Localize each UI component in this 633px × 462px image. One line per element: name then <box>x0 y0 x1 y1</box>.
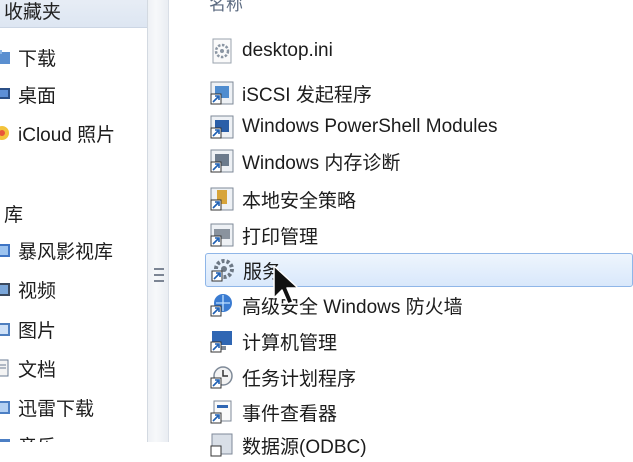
nav-item-pictures[interactable]: 图片 <box>0 312 56 346</box>
video-library-icon <box>0 283 10 296</box>
list-item[interactable]: 高级安全 Windows 防火墙 <box>205 288 633 322</box>
library-icon <box>0 244 10 257</box>
list-item[interactable]: 本地安全策略 <box>205 182 633 216</box>
list-item-label: desktop.ini <box>242 40 333 61</box>
nav-item-documents[interactable]: 文档 <box>0 351 56 385</box>
services-shortcut-icon <box>211 259 234 282</box>
nav-item-icloud-photos[interactable]: iCloud 照片 <box>0 116 115 150</box>
list-item-label: 事件查看器 <box>242 403 338 425</box>
list-item[interactable]: Windows 内存诊断 <box>205 144 633 178</box>
list-item-label: Windows 内存诊断 <box>242 152 401 174</box>
list-item-label: 本地安全策略 <box>242 190 357 212</box>
list-item[interactable]: 数据源(ODBC) <box>205 428 633 462</box>
nav-item-storm-library[interactable]: 暴风影视库 <box>0 233 113 267</box>
list-item-label: 计算机管理 <box>242 332 338 354</box>
shortcut-icon <box>210 400 232 424</box>
navigation-pane: 收藏夹 下载 桌面 iCloud 照片 库 暴风影视库 视频 图片 文档 迅雷下… <box>0 0 147 442</box>
shortcut-icon <box>210 223 234 247</box>
nav-item-label: 桌面 <box>18 85 57 107</box>
list-item[interactable]: Windows PowerShell Modules <box>205 110 633 144</box>
pictures-library-icon <box>0 323 10 336</box>
list-item-label: Windows PowerShell Modules <box>242 116 498 137</box>
list-item-label: iSCSI 发起程序 <box>242 84 372 106</box>
list-item[interactable]: iSCSI 发起程序 <box>205 76 633 110</box>
nav-item-label: 暴风影视库 <box>18 241 114 263</box>
list-item-label: 任务计划程序 <box>242 368 357 390</box>
nav-item-music[interactable]: 音乐 <box>0 428 56 442</box>
list-item[interactable]: 任务计划程序 <box>205 360 633 394</box>
documents-library-icon <box>0 359 9 377</box>
download-library-icon <box>0 401 10 414</box>
nav-item-desktop[interactable]: 桌面 <box>0 77 56 111</box>
nav-item-label: 图片 <box>18 320 57 342</box>
splitter-grip-icon[interactable] <box>154 268 164 282</box>
file-list: 名称 desktop.ini iSCSI 发起程序 Windows PowerS… <box>169 0 633 458</box>
shortcut-icon <box>210 149 234 173</box>
list-item-label: 数据源(ODBC) <box>242 436 367 458</box>
shortcut-icon <box>210 115 234 139</box>
nav-item-label: 视频 <box>18 280 57 302</box>
list-item[interactable]: desktop.ini <box>205 34 633 68</box>
pane-splitter[interactable] <box>147 0 169 442</box>
favorites-header[interactable]: 收藏夹 <box>0 0 147 28</box>
mouse-cursor-icon <box>273 265 299 305</box>
list-item[interactable]: 打印管理 <box>205 218 633 252</box>
nav-item-videos[interactable]: 视频 <box>0 272 56 306</box>
desktop-icon <box>0 88 10 99</box>
nav-item-label: 文档 <box>18 359 57 381</box>
list-item[interactable]: 计算机管理 <box>205 324 633 358</box>
settings-file-icon <box>212 38 232 64</box>
nav-item-downloads[interactable]: 下载 <box>0 40 56 74</box>
nav-item-xunlei-download[interactable]: 迅雷下载 <box>0 390 94 424</box>
favorites-header-label: 收藏夹 <box>4 2 62 23</box>
list-item-selected[interactable]: 服务 <box>205 253 633 287</box>
downloads-folder-icon <box>0 50 10 64</box>
shortcut-icon <box>210 366 233 389</box>
nav-item-label: 迅雷下载 <box>18 398 95 420</box>
list-item[interactable]: 事件查看器 <box>205 395 633 429</box>
libraries-header-label: 库 <box>4 204 24 226</box>
shortcut-icon <box>210 187 234 211</box>
shortcut-icon <box>210 433 233 457</box>
music-library-icon <box>0 439 10 442</box>
nav-item-label: 音乐 <box>18 432 56 443</box>
nav-item-label: 下载 <box>18 48 57 70</box>
shortcut-icon <box>210 331 232 353</box>
column-header-name[interactable]: 名称 <box>209 0 243 15</box>
libraries-header[interactable]: 库 <box>4 196 23 230</box>
nav-item-label: iCloud 照片 <box>18 124 116 146</box>
shortcut-icon <box>210 81 234 105</box>
shortcut-icon <box>210 294 232 317</box>
icloud-photos-icon <box>0 126 9 140</box>
list-item-label: 打印管理 <box>242 226 319 248</box>
